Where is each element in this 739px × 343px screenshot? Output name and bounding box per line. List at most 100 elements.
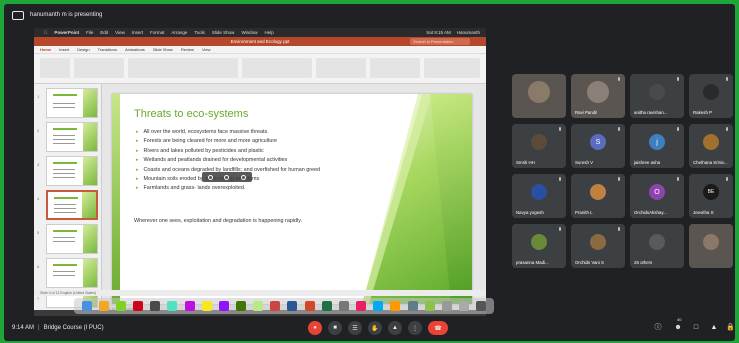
menu-insert: Insert [128, 30, 143, 35]
mic-muted-icon [724, 127, 729, 132]
dock-icon [98, 301, 109, 311]
menu-file: File [82, 30, 93, 35]
present-button[interactable]: ▲ [388, 321, 402, 335]
participant-name: jaishree asha [634, 160, 661, 165]
participant-tile[interactable]: Ravi Pandit [571, 74, 625, 118]
avatar [590, 234, 606, 251]
participant-tile[interactable]: anitha ravishan... [630, 74, 684, 118]
ppt-filename: Environment and Ecology ppt [230, 39, 290, 44]
slide-thumb-selected [46, 190, 98, 220]
participant-tile[interactable]: O OrchidsAkshay... [630, 174, 684, 218]
avatar [528, 81, 550, 104]
bullet-item: Forests are being cleared for more and m… [136, 137, 320, 146]
dock-icon [253, 301, 264, 311]
slide-thumb [46, 224, 98, 254]
thumb-number: 5 [37, 230, 40, 235]
info-icon[interactable]: ⓘ [654, 324, 662, 332]
participant-tile[interactable]: Smriti HH [512, 124, 566, 168]
slide-thumb [46, 258, 98, 288]
avatar [531, 184, 547, 201]
participant-tile[interactable]: Chethana Sriniv... [689, 124, 733, 168]
host-controls-icon[interactable]: 🔒 [726, 324, 735, 332]
participant-name: prasanna Madi... [516, 260, 549, 265]
avatar: S [590, 134, 606, 151]
bullet-item: Rivers and lakes polluted by pesticides … [136, 147, 320, 156]
participant-tile[interactable]: j jaishree asha [630, 124, 684, 168]
mic-muted-icon [557, 177, 562, 182]
camera-toggle-button[interactable]: ■ [328, 321, 342, 335]
menu-edit: Edit [97, 30, 108, 35]
ppt-search: Search in Presentation [410, 38, 470, 45]
slide-thumb [46, 88, 98, 118]
participant-tile[interactable]: S Suresh V [571, 124, 625, 168]
bullet-item: All over the world, ecosystems face mass… [136, 128, 320, 137]
thumb-number: 2 [37, 128, 40, 133]
dock-icon [424, 301, 435, 311]
thumb-number: 7 [37, 296, 40, 301]
slide-title: Threats to eco-systems [134, 108, 249, 120]
others-tile[interactable]: 26 others [630, 224, 684, 268]
participant-tile[interactable]: BE Jeevitha S [689, 174, 733, 218]
more-options-button[interactable]: ⋮ [408, 321, 422, 335]
ribbon-group [40, 58, 70, 78]
dock-icon [270, 301, 281, 311]
menu-view: View [111, 30, 125, 35]
avatar [587, 81, 609, 104]
tab-view: View [201, 47, 211, 52]
leave-call-button[interactable]: ☎ [428, 321, 448, 335]
meet-window: hanumanth m is presenting  PowerPoint F… [4, 4, 735, 341]
meeting-bottom-bar: 9:14 AM | Bridge Course (I PUC) ● ■ ☰ ✋ … [4, 315, 735, 341]
tab-transitions: Transitions [97, 47, 118, 52]
chat-icon[interactable]: □ [692, 324, 700, 332]
participant-tile[interactable]: Pranith L [571, 174, 625, 218]
avatar [703, 234, 719, 251]
presenter-text: hanumanth m is presenting [30, 12, 103, 18]
dock-icon [321, 301, 332, 311]
thumb-number: 1 [37, 94, 40, 99]
mic-muted-icon [616, 127, 621, 132]
participant-tile[interactable]: Navya yogesh [512, 174, 566, 218]
menu-slideshow: Slide Show [208, 30, 235, 35]
mic-muted-icon [616, 227, 621, 232]
dock-icon [184, 301, 195, 311]
mic-toggle-button[interactable]: ● [308, 321, 322, 335]
bullet-item: Farmlands and grass- lands overexploited… [136, 184, 320, 193]
participant-tile[interactable]: Orchids Vani S [571, 224, 625, 268]
raise-hand-button[interactable]: ✋ [368, 321, 382, 335]
dock-icon [441, 301, 452, 311]
present-screen-icon [12, 10, 24, 20]
tab-design: Design [77, 47, 90, 52]
menu-tools: Tools [191, 30, 205, 35]
mac-menubar:  PowerPoint File Edit View Insert Forma… [34, 28, 486, 37]
people-icon[interactable]: ☻ [674, 324, 682, 332]
mic-muted-icon [724, 177, 729, 182]
ppt-statusbar: Slide 4 of 12 English (United States) [34, 290, 486, 296]
menu-app: PowerPoint [51, 30, 79, 35]
dock-icon [235, 301, 246, 311]
self-tile[interactable] [689, 224, 733, 268]
participant-name: Ravi Pandit [575, 110, 598, 115]
dock-icon [133, 301, 144, 311]
captions-button[interactable]: ☰ [348, 321, 362, 335]
floating-toolbar [202, 172, 252, 182]
meeting-time: 9:14 AM [12, 325, 35, 331]
menu-window: Window [238, 30, 257, 35]
avatar [590, 184, 606, 201]
tab-animations: Animations [125, 47, 145, 52]
tab-review: Review [180, 47, 194, 52]
participant-tile[interactable]: prasanna Madi... [512, 224, 566, 268]
activities-icon[interactable]: ▲ [710, 324, 718, 332]
participant-name: anitha ravishan... [634, 110, 668, 115]
dock-icon [390, 301, 401, 311]
mic-muted-icon [675, 177, 680, 182]
avatar: O [649, 184, 665, 201]
presenter-bar: hanumanth m is presenting [4, 4, 735, 26]
participant-tile[interactable] [512, 74, 566, 118]
participant-tile[interactable]: Rakesh P [689, 74, 733, 118]
dock-icon [459, 301, 470, 311]
mic-muted-icon [616, 77, 621, 82]
dock-icon [81, 301, 92, 311]
ribbon-group [316, 58, 366, 78]
participant-count-badge: 40 [677, 317, 682, 322]
current-slide: Threats to eco-systems All over the worl… [112, 94, 472, 304]
